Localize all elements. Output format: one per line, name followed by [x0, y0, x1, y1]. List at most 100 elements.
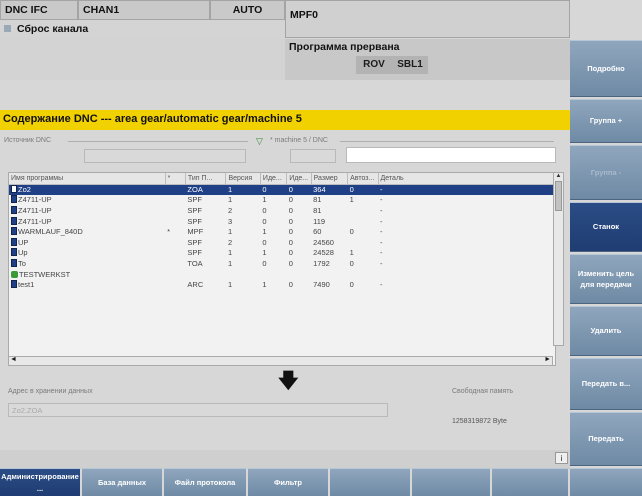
table-cell-id2: 0: [288, 195, 293, 205]
softkey-group-plus[interactable]: Группа +: [570, 99, 642, 143]
hkey-log-file[interactable]: Файл протокола: [164, 468, 248, 496]
scroll-left-icon[interactable]: ◄: [10, 356, 17, 363]
file-icon: [11, 185, 17, 194]
mode-dnc: DNC IFC: [0, 0, 78, 20]
table-cell-part: -: [378, 184, 555, 195]
table-cell-id2: 0: [288, 248, 293, 258]
table-cell-id1: 0: [262, 205, 267, 215]
table-cell-star: [165, 237, 185, 248]
table-cell-size: 81: [313, 195, 322, 205]
table-row[interactable]: Z4711-UP SPF 2 0 0 81 -: [9, 205, 555, 216]
hkey-empty-7[interactable]: [492, 468, 570, 496]
channel-reset-text: Сброс канала: [17, 23, 89, 35]
program-name-text: TESTWERKST: [19, 269, 71, 279]
table-cell-ver: 1: [227, 280, 233, 290]
softkey-transfer[interactable]: Передать: [570, 412, 642, 466]
softkey-transfer-to[interactable]: Передать в...: [570, 358, 642, 410]
program-name: MPF0: [285, 0, 570, 38]
table-cell-size: 364: [311, 184, 348, 195]
table-cell-id2: 0: [288, 205, 293, 215]
table-cell-part: -: [380, 195, 383, 205]
file-icon: [11, 248, 17, 257]
filter-input[interactable]: [346, 147, 556, 163]
softkey-change-target[interactable]: Изменить цель для передачи: [570, 254, 642, 304]
table-cell-star: [165, 184, 186, 195]
info-icon[interactable]: i: [555, 452, 568, 464]
softkey-delete[interactable]: Удалить: [570, 306, 642, 356]
filter-icon: ▽: [256, 136, 263, 146]
vertical-scrollbar[interactable]: ▲: [553, 172, 564, 346]
reset-icon: [4, 25, 11, 32]
column-header[interactable]: Иде...: [286, 173, 312, 185]
horizontal-scrollbar[interactable]: ◄ ►: [8, 356, 553, 366]
table-cell-auto: 1: [349, 195, 354, 205]
column-header[interactable]: Автоз...: [347, 173, 379, 185]
table-cell-ver: [226, 269, 260, 280]
table-cell-type: SPF: [187, 195, 202, 205]
filter-field-left[interactable]: [290, 149, 336, 163]
table-cell-part: -: [380, 258, 383, 268]
table-cell-auto: 0: [349, 280, 354, 290]
filter-label: * machine 5 / DNC: [270, 137, 328, 144]
column-header[interactable]: Имя программы: [9, 173, 166, 185]
column-header[interactable]: Тип П...: [185, 173, 227, 185]
table-cell-id2: 0: [288, 227, 293, 237]
table-cell-star: *: [167, 227, 171, 237]
file-icon: [11, 216, 17, 225]
table-cell-id1: 1: [262, 248, 267, 258]
hkey-empty-5[interactable]: [330, 468, 412, 496]
program-name-text: Z4711-UP: [18, 205, 52, 215]
table-row[interactable]: Z4711-UP SPF 1 1 0 81 1 -: [9, 195, 555, 206]
table-cell-id2: 0: [288, 280, 293, 290]
table-row[interactable]: TESTWERKST: [9, 269, 555, 280]
table-cell-id1: [260, 269, 286, 280]
table-cell-part: -: [380, 216, 383, 226]
table-row[interactable]: Z4711-UP SPF 3 0 0 119 -: [9, 216, 555, 227]
hkey-filter[interactable]: Фильтр: [248, 468, 330, 496]
softkey-details[interactable]: Подробно: [570, 40, 642, 97]
hkey-empty-8[interactable]: [570, 468, 642, 496]
softkey-group-minus[interactable]: Группа -: [570, 145, 642, 200]
table-cell-auto: [348, 269, 378, 280]
table-cell-size: 24560: [313, 237, 334, 247]
table-cell-name: Z4711-UP: [9, 205, 165, 216]
table-cell-id1: 0: [262, 237, 267, 247]
table-cell-name: UP: [9, 237, 165, 248]
file-icon: [11, 280, 17, 289]
column-header[interactable]: Иде...: [260, 173, 288, 185]
scroll-thumb[interactable]: [555, 181, 562, 211]
scroll-right-icon[interactable]: ►: [544, 356, 551, 363]
table-row[interactable]: To TOA 1 0 0 1792 0 -: [9, 258, 555, 269]
table-cell-ver: 3: [227, 216, 233, 226]
column-header[interactable]: Версия: [225, 173, 261, 185]
table-cell-id1: 0: [262, 216, 267, 226]
table-row[interactable]: Zo2 ZOA 1 0 0 364 0-: [9, 184, 555, 195]
program-name-text: test1: [18, 280, 35, 290]
table-cell-size: 60: [313, 227, 322, 237]
table-cell-id1: 1: [262, 280, 267, 290]
hkey-database[interactable]: База данных: [82, 468, 164, 496]
file-icon: [11, 227, 17, 236]
softkey-machine[interactable]: Станок: [570, 202, 642, 252]
column-header[interactable]: Деталь: [378, 173, 556, 185]
hkey-empty-6[interactable]: [412, 468, 492, 496]
table-cell-type: ZOA: [185, 184, 226, 195]
table-row[interactable]: WARMLAUF_840D * MPF 1 1 0 60 0 -: [9, 226, 555, 237]
column-header[interactable]: Размер: [311, 173, 349, 185]
program-status: Программа прервана: [285, 39, 570, 57]
source-field[interactable]: [84, 149, 246, 163]
table-cell-ver: 1: [227, 195, 233, 205]
table-row[interactable]: UP SPF 2 0 0 24560 -: [9, 237, 555, 248]
storage-field[interactable]: Zo2.ZOA: [8, 403, 388, 417]
hkey-administration[interactable]: Администрирование ...: [0, 468, 82, 496]
table-cell-type: SPF: [187, 237, 202, 247]
table-cell-ver: 1: [227, 258, 233, 268]
column-header[interactable]: *: [165, 173, 186, 185]
table-cell-id1: 0: [260, 184, 287, 195]
directory-icon: [11, 270, 18, 278]
program-name-text: UP: [18, 237, 29, 247]
table-cell-auto: 0: [349, 258, 354, 268]
table-row[interactable]: Up SPF 1 1 0 24528 1 -: [9, 248, 555, 259]
scroll-up-icon[interactable]: ▲: [554, 173, 563, 179]
table-row[interactable]: test1 ARC 1 1 0 7490 0 -: [9, 279, 555, 290]
